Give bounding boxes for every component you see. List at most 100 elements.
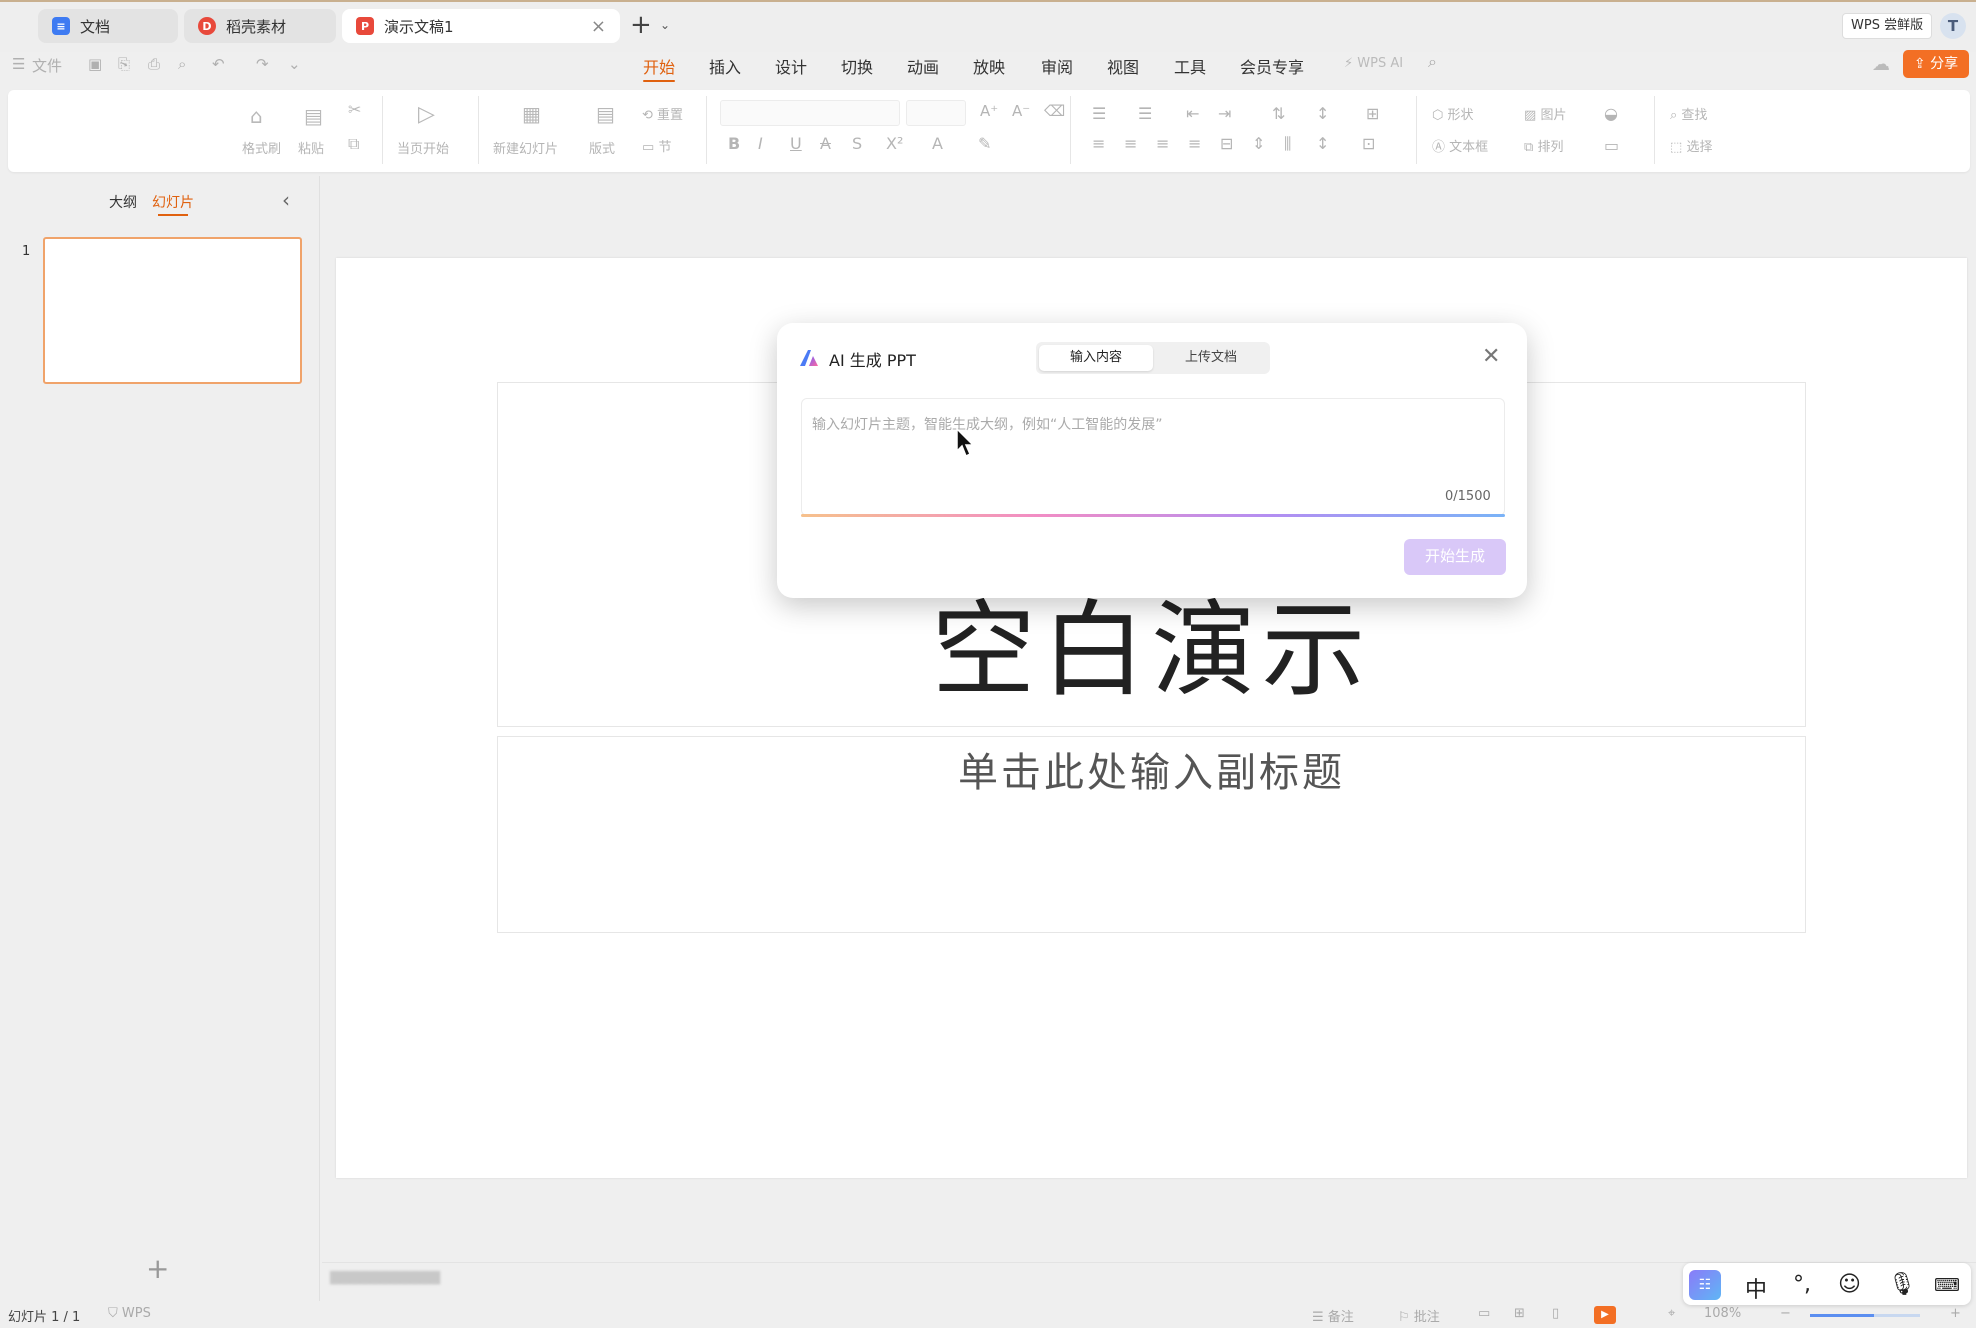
close-icon[interactable]: ✕ bbox=[1482, 344, 1500, 369]
line-spacing-icon[interactable]: ↕ bbox=[1316, 104, 1329, 123]
comment-toggle[interactable]: ⚐ 批注 bbox=[1398, 1306, 1440, 1325]
menu-tools[interactable]: 工具 bbox=[1174, 54, 1206, 78]
picture-button[interactable]: ▨ 图片 bbox=[1524, 104, 1566, 123]
slide-thumbnail[interactable] bbox=[43, 237, 302, 384]
arrange-button[interactable]: ⧉ 排列 bbox=[1524, 136, 1563, 155]
fit-window-icon[interactable]: ⌖ bbox=[1668, 1306, 1675, 1321]
superscript-icon[interactable]: X² bbox=[886, 134, 903, 153]
topic-input[interactable] bbox=[812, 414, 1492, 484]
wps-badge[interactable]: ⛉ WPS bbox=[108, 1306, 151, 1321]
paragraph-spacing-icon[interactable]: ⇕ bbox=[1252, 134, 1265, 153]
slide-subtitle[interactable]: 单击此处输入副标题 bbox=[497, 740, 1806, 798]
keyboard-icon[interactable]: ⌨ bbox=[1934, 1275, 1960, 1296]
strikethrough-icon[interactable]: A bbox=[820, 134, 831, 153]
layout-icon[interactable]: ▤ bbox=[596, 102, 615, 126]
new-tab-button[interactable]: + bbox=[630, 10, 652, 40]
wps-ai-button[interactable]: ⚡ WPS AI bbox=[1344, 56, 1403, 71]
highlight-icon[interactable]: ✎ bbox=[978, 134, 991, 153]
tab-presentation[interactable]: P 演示文稿1 × bbox=[342, 9, 620, 43]
zoom-in-icon[interactable]: + bbox=[1950, 1306, 1961, 1321]
tab-doc[interactable]: ≡ 文档 bbox=[38, 9, 178, 43]
distribute-icon[interactable]: ⊟ bbox=[1220, 134, 1233, 153]
redo-icon[interactable]: ↷ bbox=[256, 55, 269, 73]
menu-transition[interactable]: 切换 bbox=[841, 54, 873, 78]
justify-icon[interactable]: ≡ bbox=[1188, 134, 1201, 153]
cloud-icon[interactable]: ☁ bbox=[1872, 54, 1890, 75]
ime-punctuation-toggle[interactable]: °, bbox=[1793, 1272, 1811, 1297]
format-painter-icon[interactable]: ⌂ bbox=[250, 104, 263, 128]
bullet-list-icon[interactable]: ☰ bbox=[1092, 104, 1106, 123]
chevron-down-icon[interactable]: ⌄ bbox=[288, 55, 301, 73]
microphone-icon[interactable]: 🎙 bbox=[1888, 1272, 1916, 1297]
menu-design[interactable]: 设计 bbox=[775, 54, 807, 78]
bold-icon[interactable]: B bbox=[728, 134, 740, 153]
format-painter-label[interactable]: 格式刷 bbox=[242, 138, 281, 157]
tab-slides[interactable]: 幻灯片 bbox=[152, 192, 194, 212]
zoom-out-icon[interactable]: − bbox=[1780, 1306, 1791, 1321]
reset-button[interactable]: ⟲ 重置 bbox=[642, 104, 683, 123]
line-spacing-2-icon[interactable]: ↕ bbox=[1316, 134, 1329, 153]
ime-logo-icon[interactable]: ☷ bbox=[1689, 1270, 1721, 1300]
menu-animation[interactable]: 动画 bbox=[907, 54, 939, 78]
tab-input-content[interactable]: 输入内容 bbox=[1039, 345, 1153, 371]
from-current-label[interactable]: 当页开始 bbox=[397, 138, 449, 157]
export-icon[interactable]: ⎘ bbox=[118, 55, 130, 73]
reading-view-icon[interactable]: ▯ bbox=[1552, 1306, 1559, 1321]
zoom-level[interactable]: 108% bbox=[1704, 1306, 1741, 1321]
shrink-font-icon[interactable]: A⁻ bbox=[1012, 102, 1030, 120]
menu-slideshow[interactable]: 放映 bbox=[973, 54, 1005, 78]
add-slide-icon[interactable]: + bbox=[146, 1252, 169, 1285]
section-button[interactable]: ▭ 节 bbox=[642, 136, 671, 155]
start-generate-button[interactable]: 开始生成 bbox=[1404, 539, 1506, 575]
font-color-icon[interactable]: A bbox=[932, 134, 943, 153]
underline-icon[interactable]: U bbox=[790, 134, 802, 153]
fill-icon[interactable]: ◒ bbox=[1604, 104, 1618, 123]
chevron-down-icon[interactable]: ⌄ bbox=[660, 18, 670, 32]
text-direction-icon[interactable]: ⇅ bbox=[1272, 104, 1285, 123]
grow-font-icon[interactable]: A⁺ bbox=[980, 102, 998, 120]
menu-review[interactable]: 审阅 bbox=[1041, 54, 1073, 78]
clear-format-icon[interactable]: ⌫ bbox=[1044, 102, 1065, 120]
decrease-indent-icon[interactable]: ⇤ bbox=[1186, 104, 1199, 123]
ime-language-toggle[interactable]: 中 bbox=[1745, 1272, 1767, 1304]
edition-badge[interactable]: WPS 尝鲜版 bbox=[1842, 13, 1933, 39]
play-icon[interactable]: ▷ bbox=[418, 102, 435, 127]
text-box-align-icon[interactable]: ⊡ bbox=[1362, 134, 1375, 153]
outline-icon[interactable]: ▭ bbox=[1604, 136, 1619, 155]
paste-icon[interactable]: ▤ bbox=[304, 104, 323, 128]
undo-icon[interactable]: ↶ bbox=[212, 55, 225, 73]
font-size-select[interactable] bbox=[906, 100, 966, 126]
tab-docer[interactable]: D 稻壳素材 bbox=[184, 9, 336, 43]
find-button[interactable]: ⌕ 查找 bbox=[1670, 104, 1707, 123]
file-menu[interactable]: 文件 bbox=[32, 55, 62, 76]
save-icon[interactable]: ▣ bbox=[88, 55, 102, 73]
tab-outline[interactable]: 大纲 bbox=[109, 192, 137, 212]
increase-indent-icon[interactable]: ⇥ bbox=[1218, 104, 1231, 123]
chevron-left-icon[interactable]: ‹ bbox=[282, 188, 290, 212]
numbered-list-icon[interactable]: ☰ bbox=[1138, 104, 1152, 123]
align-left-icon[interactable]: ≡ bbox=[1092, 134, 1105, 153]
select-button[interactable]: ⬚ 选择 bbox=[1670, 136, 1712, 155]
print-preview-icon[interactable]: ⌕ bbox=[178, 55, 186, 73]
new-slide-icon[interactable]: ▦ bbox=[522, 102, 541, 126]
search-icon[interactable]: ⌕ bbox=[1428, 52, 1437, 72]
notes-toggle[interactable]: ☰ 备注 bbox=[1312, 1306, 1354, 1325]
shadow-icon[interactable]: S bbox=[852, 134, 862, 153]
menu-insert[interactable]: 插入 bbox=[709, 54, 741, 78]
layout-label[interactable]: 版式 bbox=[589, 138, 615, 157]
columns-icon[interactable]: ⫼ bbox=[1284, 134, 1291, 154]
normal-view-icon[interactable]: ▭ bbox=[1478, 1306, 1490, 1321]
menu-icon[interactable]: ☰ bbox=[12, 55, 25, 73]
copy-icon[interactable]: ⧉ bbox=[348, 134, 359, 154]
menu-home[interactable]: 开始 bbox=[643, 54, 676, 82]
cut-icon[interactable]: ✂ bbox=[348, 100, 361, 119]
close-tab-icon[interactable]: × bbox=[591, 16, 606, 37]
italic-icon[interactable]: I bbox=[758, 134, 763, 153]
shape-button[interactable]: ⬡ 形状 bbox=[1432, 104, 1474, 123]
share-button[interactable]: ⇪ 分享 bbox=[1903, 50, 1969, 78]
tab-upload-document[interactable]: 上传文档 bbox=[1155, 345, 1267, 371]
font-family-select[interactable] bbox=[720, 100, 900, 126]
paste-label[interactable]: 粘贴 bbox=[298, 138, 324, 157]
textbox-button[interactable]: Ⓐ 文本框 bbox=[1432, 136, 1488, 155]
slide-title[interactable]: 空白演示 bbox=[497, 590, 1806, 710]
